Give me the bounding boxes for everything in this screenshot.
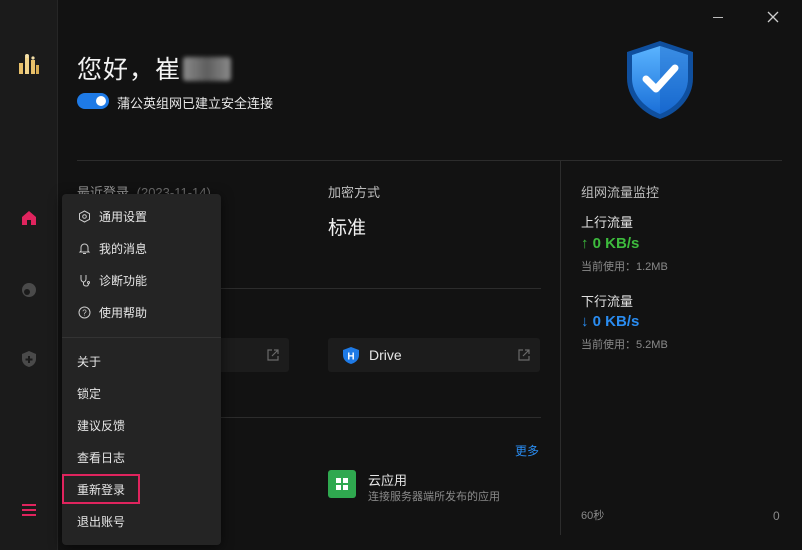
home-icon[interactable] [17,206,41,230]
menu-item-help[interactable]: ? 使用帮助 [62,297,221,327]
menu-item-general-settings[interactable]: 通用设置 [62,201,221,231]
drive-card[interactable]: H Drive [328,338,540,372]
menu-item-label: 使用帮助 [99,305,148,320]
blurred-username [183,57,232,81]
cloud-app-icon[interactable] [328,470,356,498]
svg-text:H: H [347,352,354,363]
traffic-title: 组网流量监控 [581,185,660,200]
menu-item-logout[interactable]: 退出账号 [62,506,221,536]
settings-popup-menu: 通用设置 我的消息 诊断功能 ? 使用帮助 关于 锁定 建议反馈 查看日志 重新… [62,194,221,545]
menu-item-about[interactable]: 关于 [62,346,221,376]
menu-item-label: 我的消息 [99,241,148,256]
menu-item-feedback[interactable]: 建议反馈 [62,410,221,440]
connection-toggle[interactable] [77,93,109,109]
download-used: 当前使用：5.2MB [581,339,668,351]
help-circle-icon: ? [77,305,91,319]
hamburger-menu-icon[interactable] [17,498,41,522]
menu-item-view-logs[interactable]: 查看日志 [62,442,221,472]
drive-label: Drive [369,347,402,363]
sidebar [0,0,58,550]
stethoscope-icon [77,273,91,287]
close-icon[interactable] [759,6,787,28]
external-link-icon [518,349,530,361]
menu-item-label: 诊断功能 [99,273,148,288]
encryption-label: 加密方式 [328,185,381,200]
chart-axis-left: 60秒 [581,510,605,522]
bell-icon [77,241,91,255]
more-link[interactable]: 更多 [515,442,539,459]
chart-axis-right: 0 [773,509,780,523]
connection-status-text: 蒲公英组网已建立安全连接 [117,96,274,111]
drive-shield-icon: H [343,347,359,364]
column-divider [560,160,561,535]
menu-item-label: 退出账号 [77,514,126,529]
svg-text:?: ? [82,308,87,317]
relogin-highlight-box [62,474,140,504]
download-value: ↓ 0 KB/s [581,313,640,330]
menu-item-label: 通用设置 [99,209,148,224]
upload-used: 当前使用：1.2MB [581,261,668,273]
greeting-text: 您好，崔 [77,56,182,84]
menu-item-diagnostics[interactable]: 诊断功能 [62,265,221,295]
external-link-icon [267,349,279,361]
minimize-icon[interactable] [704,6,732,28]
menu-item-label: 查看日志 [77,450,126,465]
greeting-heading: 您好，崔 [77,50,232,86]
encryption-value: 标准 [328,218,367,239]
cloud-app-desc: 连接服务器端所发布的应用 [368,491,500,503]
menu-item-lock[interactable]: 锁定 [62,378,221,408]
upload-label: 上行流量 [581,215,634,230]
header-divider [77,160,782,161]
security-shield-icon [622,38,698,127]
dandelion-logo-icon[interactable] [17,52,41,76]
download-label: 下行流量 [581,294,634,309]
shield-plus-icon[interactable] [17,347,41,371]
menu-separator [62,337,221,338]
menu-item-my-messages[interactable]: 我的消息 [62,233,221,263]
menu-item-label: 锁定 [77,386,102,401]
menu-item-label: 关于 [77,354,102,369]
network-icon[interactable] [17,278,41,302]
upload-value: ↑ 0 KB/s [581,235,640,252]
cloud-app-title[interactable]: 云应用 [368,470,407,489]
settings-hexagon-icon [77,209,91,223]
menu-item-label: 建议反馈 [77,418,126,433]
